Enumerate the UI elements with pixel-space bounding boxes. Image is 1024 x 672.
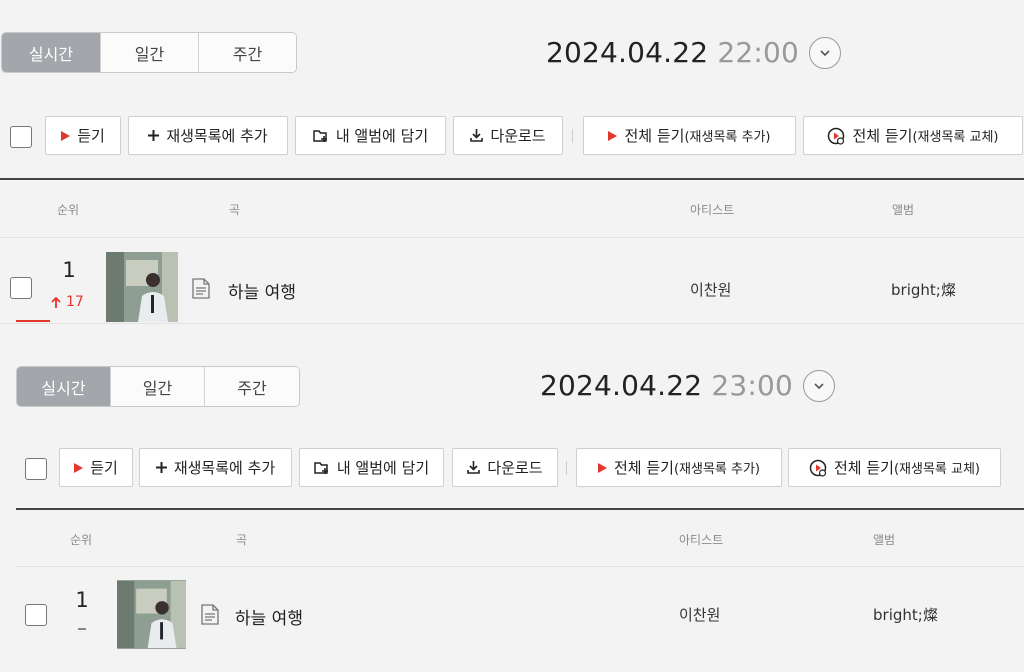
header-rank: 순위: [70, 533, 93, 547]
select-all-checkbox[interactable]: [10, 126, 32, 148]
arrow-up-icon: [51, 296, 61, 308]
header-divider: [0, 237, 1024, 238]
table-header-line: [0, 178, 1024, 180]
header-divider: [16, 566, 1024, 567]
chart-time: 22:00: [717, 36, 800, 69]
rank-number: 1: [62, 258, 76, 282]
plus-icon: [155, 462, 167, 473]
listen-all-label: 전체 듣기: [613, 459, 674, 477]
folder-plus-icon: [314, 461, 330, 475]
listen-all-note: (재생목록 추가): [673, 462, 760, 477]
download-label: 다운로드: [487, 459, 543, 477]
rank-number: 1: [75, 588, 89, 612]
add-to-playlist-button[interactable]: 재생목록에 추가: [139, 448, 292, 487]
play-icon: [597, 462, 607, 473]
plus-icon: [148, 130, 160, 141]
table-header-line: [16, 508, 1024, 510]
download-label: 다운로드: [490, 127, 546, 145]
add-to-my-album-button[interactable]: 내 앨범에 담기: [299, 448, 444, 487]
toolbar-divider: [566, 461, 567, 475]
rank-highlight-bar: [16, 320, 50, 322]
play-icon: [608, 130, 618, 141]
listen-all-add-button[interactable]: 전체 듣기 (재생목록 추가): [576, 448, 782, 487]
chart-date: 2024.04.22: [546, 36, 709, 69]
add-to-my-album-label: 내 앨범에 담기: [336, 459, 430, 477]
listen-all-replace-button[interactable]: 전체 듣기 (재생목록 교체): [803, 116, 1023, 155]
download-icon: [470, 129, 484, 142]
toolbar-divider: [572, 129, 573, 143]
header-album: 앨범: [892, 203, 915, 217]
rank-change: 17: [51, 294, 84, 310]
chart-datetime: 2024.04.22 22:00: [546, 36, 842, 69]
artist-name[interactable]: 이찬원: [690, 279, 731, 300]
album-name[interactable]: bright;燦: [891, 279, 956, 300]
time-select-button[interactable]: [803, 369, 836, 402]
add-to-playlist-label: 재생목록에 추가: [166, 127, 268, 145]
album-cover[interactable]: [106, 252, 178, 322]
album-cover-art: [117, 580, 186, 649]
chart-panel-2300: 실시간 일간 주간 2024.04.22 23:00 듣기 재생목록에 추가 내…: [0, 345, 1024, 672]
listen-all-note: (재생목록 추가): [684, 130, 771, 145]
listen-all-replace-label: 전체 듣기: [852, 127, 913, 145]
chevron-down-icon: [814, 382, 824, 389]
add-to-playlist-button[interactable]: 재생목록에 추가: [128, 116, 288, 155]
song-info-icon[interactable]: [200, 604, 220, 629]
album-cover[interactable]: [117, 580, 186, 649]
listen-all-add-button[interactable]: 전체 듣기 (재생목록 추가): [583, 116, 796, 155]
add-to-my-album-button[interactable]: 내 앨범에 담기: [295, 116, 446, 155]
listen-label: 듣기: [77, 127, 105, 145]
listen-all-replace-note: (재생목록 교체): [912, 130, 999, 145]
header-album: 앨범: [873, 533, 896, 547]
tab-weekly[interactable]: 주간: [199, 33, 296, 72]
listen-all-replace-label: 전체 듣기: [833, 459, 894, 477]
tab-weekly[interactable]: 주간: [205, 367, 299, 406]
tab-realtime[interactable]: 실시간: [17, 367, 111, 406]
listen-button[interactable]: 듣기: [45, 116, 121, 155]
playlist-replace-icon: [809, 459, 827, 477]
tab-daily[interactable]: 일간: [111, 367, 205, 406]
playlist-replace-icon: [827, 127, 845, 145]
tab-daily[interactable]: 일간: [101, 33, 199, 72]
rank-unchanged-dash: [78, 628, 86, 630]
song-title[interactable]: 하늘 여행: [228, 278, 296, 303]
header-artist: 아티스트: [690, 203, 735, 217]
download-button[interactable]: 다운로드: [452, 448, 558, 487]
rank-change-value: 17: [66, 294, 84, 310]
row-checkbox[interactable]: [10, 277, 32, 299]
listen-all-label: 전체 듣기: [624, 127, 685, 145]
song-info-icon[interactable]: [191, 278, 211, 303]
song-title[interactable]: 하늘 여행: [235, 604, 303, 629]
add-to-my-album-label: 내 앨범에 담기: [335, 127, 429, 145]
album-name[interactable]: bright;燦: [873, 604, 938, 625]
chart-datetime: 2024.04.22 23:00: [540, 369, 836, 402]
listen-all-replace-button[interactable]: 전체 듣기 (재생목록 교체): [788, 448, 1001, 487]
chart-panel-2200: 실시간 일간 주간 2024.04.22 22:00 듣기 재생목록에 추가 내…: [0, 0, 1024, 330]
artist-name[interactable]: 이찬원: [679, 604, 720, 625]
row-divider: [0, 323, 1024, 324]
download-button[interactable]: 다운로드: [453, 116, 563, 155]
header-song: 곡: [229, 203, 241, 217]
listen-button[interactable]: 듣기: [59, 448, 133, 487]
play-icon: [74, 462, 84, 473]
row-checkbox[interactable]: [25, 604, 47, 626]
period-tabs: 실시간 일간 주간: [1, 32, 297, 73]
header-song: 곡: [236, 533, 248, 547]
chart-time: 23:00: [711, 369, 794, 402]
header-rank: 순위: [57, 203, 80, 217]
period-tabs: 실시간 일간 주간: [16, 366, 300, 407]
header-artist: 아티스트: [679, 533, 724, 547]
select-all-checkbox[interactable]: [25, 458, 47, 480]
chart-date: 2024.04.22: [540, 369, 703, 402]
tab-realtime[interactable]: 실시간: [2, 33, 101, 72]
chevron-down-icon: [820, 49, 830, 56]
time-select-button[interactable]: [809, 36, 842, 69]
album-cover-art: [106, 252, 178, 322]
listen-all-replace-note: (재생목록 교체): [893, 462, 980, 477]
download-icon: [467, 461, 481, 474]
listen-label: 듣기: [90, 459, 118, 477]
add-to-playlist-label: 재생목록에 추가: [173, 459, 276, 477]
play-icon: [61, 130, 71, 141]
folder-plus-icon: [313, 129, 329, 143]
